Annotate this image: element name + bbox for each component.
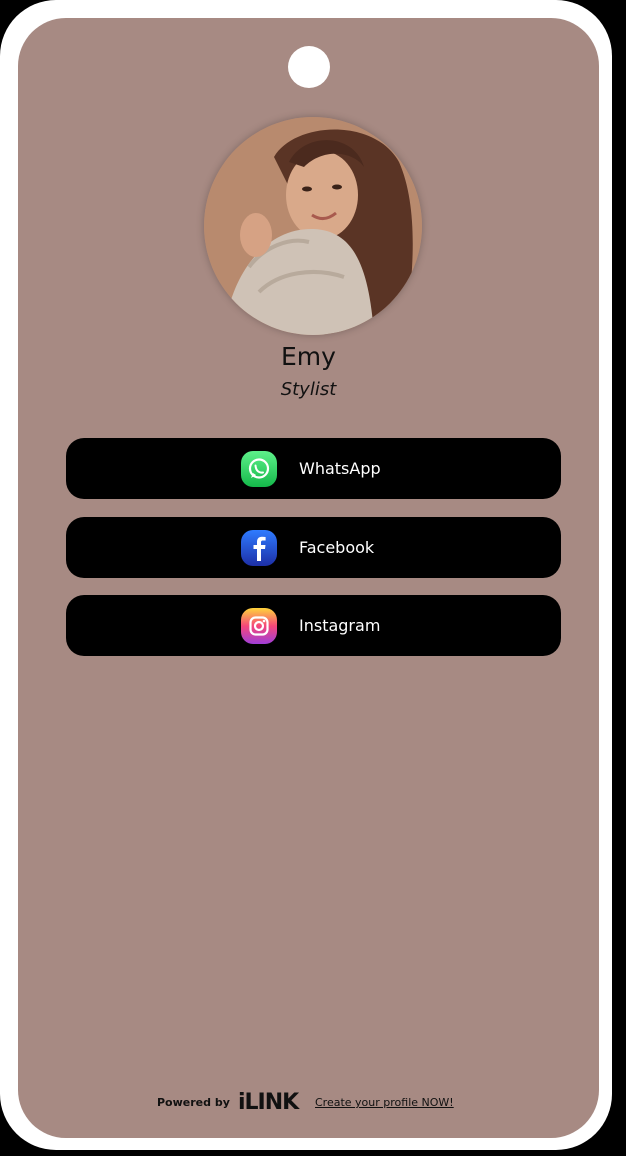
whatsapp-label: WhatsApp xyxy=(299,459,381,478)
ilink-logo[interactable]: iLINK xyxy=(238,1090,299,1115)
facebook-label: Facebook xyxy=(299,538,375,557)
create-profile-link[interactable]: Create your profile NOW! xyxy=(315,1096,454,1109)
profile-name: Emy xyxy=(281,342,336,371)
profile-card: Emy Stylist WhatsApp Facebook Instagram … xyxy=(18,18,599,1138)
footer: Powered by iLINK Create your profile NOW… xyxy=(18,1090,599,1116)
profile-role: Stylist xyxy=(280,379,337,400)
whatsapp-icon xyxy=(239,449,279,489)
card-hole xyxy=(288,46,330,88)
avatar xyxy=(204,117,422,335)
whatsapp-link-button[interactable]: WhatsApp xyxy=(66,438,561,499)
facebook-link-button[interactable]: Facebook xyxy=(66,517,561,578)
powered-by-text: Powered by xyxy=(157,1096,230,1109)
instagram-link-button[interactable]: Instagram xyxy=(66,595,561,656)
instagram-icon xyxy=(239,606,279,646)
facebook-icon xyxy=(239,528,279,568)
instagram-label: Instagram xyxy=(299,616,381,635)
